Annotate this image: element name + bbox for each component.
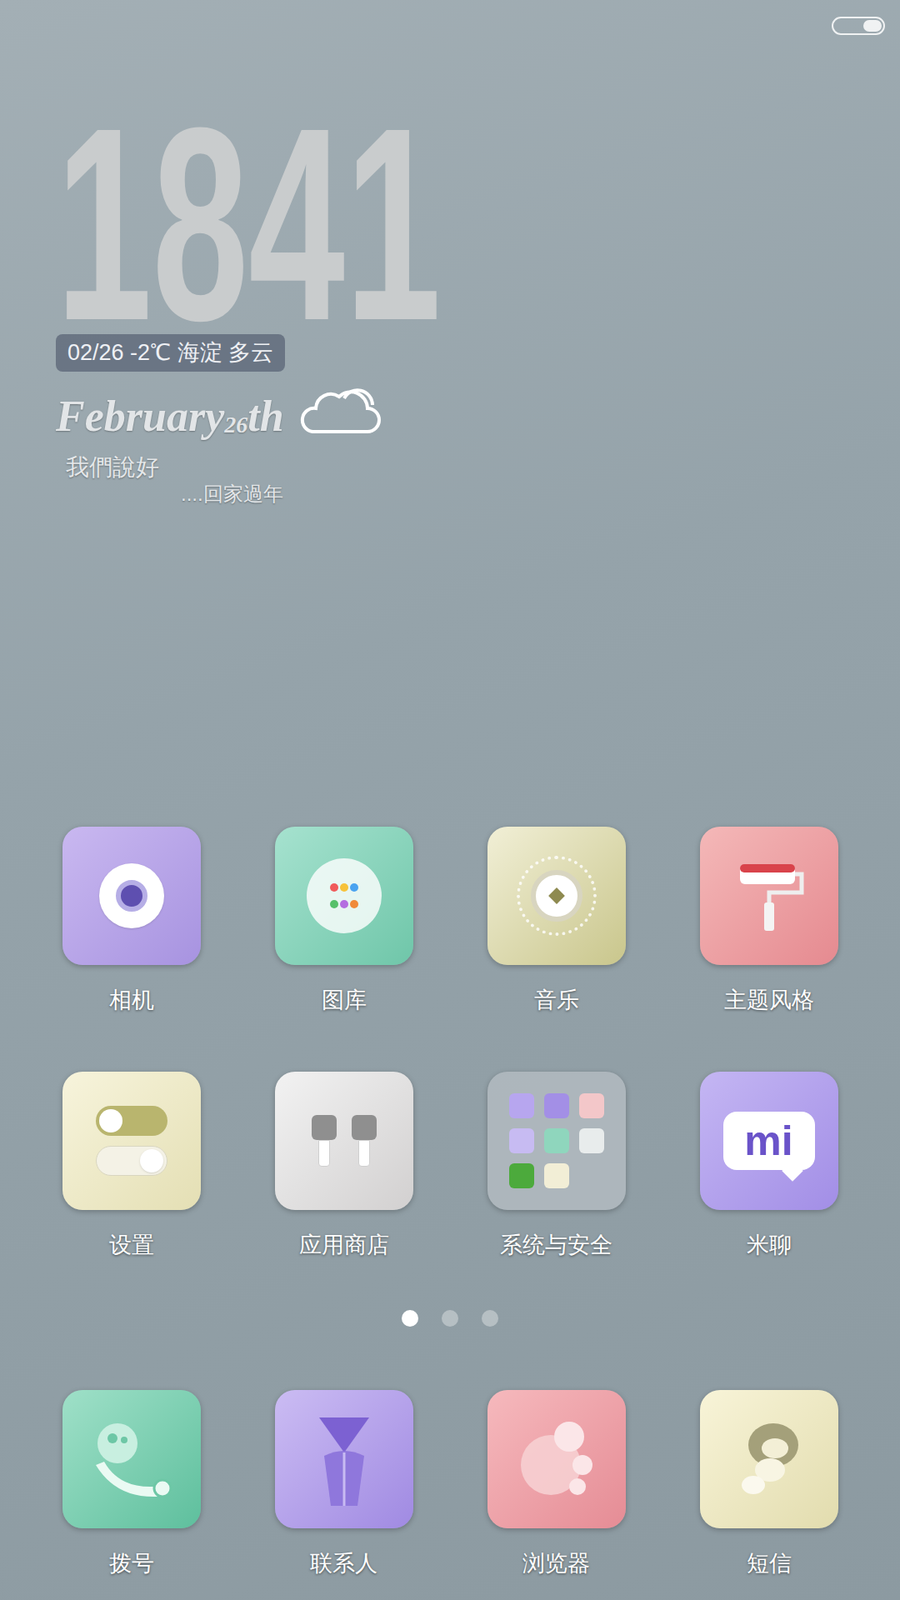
app-item[interactable]: 音乐	[450, 826, 663, 1015]
bubbles-icon	[510, 1413, 603, 1505]
theme-icon[interactable]	[700, 826, 839, 965]
chat-icon[interactable]: mi	[700, 1071, 839, 1210]
browser-icon[interactable]	[487, 1390, 626, 1529]
date-day: 26	[224, 408, 248, 442]
mi-logo-icon: mi	[723, 1111, 815, 1170]
app-label: 短信	[746, 1548, 792, 1579]
app-item[interactable]: 联系人	[237, 1390, 450, 1579]
app-label: 主题风格	[724, 985, 815, 1015]
app-item[interactable]: 设置	[25, 1071, 238, 1260]
toggles-icon	[95, 1105, 168, 1176]
date-suffix: th	[247, 391, 284, 442]
app-label: 联系人	[310, 1548, 378, 1579]
cloud-icon	[295, 380, 383, 439]
page-indicator	[0, 1310, 900, 1327]
app-item[interactable]: 应用商店	[237, 1071, 450, 1260]
settings-icon[interactable]	[62, 1071, 201, 1210]
app-label: 应用商店	[299, 1230, 390, 1260]
app-label: 相机	[109, 985, 155, 1015]
message-bubbles-icon	[723, 1413, 815, 1505]
app-label: 设置	[109, 1230, 155, 1260]
app-item[interactable]: mi 米聊	[662, 1071, 875, 1260]
app-item[interactable]: 短信	[662, 1390, 875, 1579]
app-label: 浏览器	[522, 1548, 590, 1579]
gallery-icon[interactable]	[275, 826, 414, 965]
date-line: February26th	[55, 380, 383, 442]
app-item[interactable]: 拨号	[25, 1390, 238, 1579]
app-item[interactable]: 主题风格	[662, 826, 875, 1015]
sms-icon[interactable]	[700, 1390, 839, 1529]
contacts-icon[interactable]	[275, 1390, 414, 1529]
music-icon[interactable]	[487, 826, 626, 965]
folder-apps-icon	[509, 1093, 605, 1189]
battery-icon	[831, 16, 885, 35]
store-icon[interactable]	[275, 1071, 414, 1210]
person-icon	[310, 1409, 378, 1510]
app-label: 拨号	[109, 1548, 155, 1579]
folder-icon[interactable]	[487, 1071, 626, 1210]
date-month: February	[55, 391, 225, 442]
status-bar	[0, 0, 900, 50]
page-dot[interactable]	[441, 1310, 459, 1327]
note-line-1: 我們說好	[55, 453, 160, 482]
page-dot[interactable]	[481, 1310, 499, 1327]
clock-time: 1841	[55, 114, 441, 335]
app-item[interactable]: 相机	[25, 826, 238, 1015]
paint-roller-icon	[731, 854, 807, 938]
home-screen: 184102/26 -2℃ 海淀 多云 February26th 我們說好....回…	[0, 0, 900, 1600]
app-label: 米聊	[746, 1230, 792, 1260]
app-item[interactable]: 浏览器	[450, 1390, 663, 1579]
phone-handset-icon	[85, 1413, 178, 1505]
app-label: 音乐	[534, 985, 580, 1015]
page-dot[interactable]	[401, 1310, 419, 1327]
app-item[interactable]: 系统与安全	[450, 1071, 663, 1260]
app-label: 系统与安全	[500, 1230, 613, 1260]
note-line-2: ....回家過年	[55, 481, 284, 507]
app-item[interactable]: 图库	[237, 826, 450, 1015]
dialer-icon[interactable]	[62, 1390, 201, 1529]
clock-widget: 184102/26 -2℃ 海淀 多云 February26th 我們說好....回…	[0, 114, 900, 507]
hooks-icon	[311, 1115, 377, 1167]
dock: 拨号 联系人 浏览器 短信	[0, 1390, 900, 1600]
balloons-icon	[306, 858, 382, 934]
camera-lens-icon	[99, 863, 165, 929]
app-label: 图库	[321, 985, 367, 1015]
weather-info: 02/26 -2℃ 海淀 多云	[55, 334, 285, 372]
app-grid: 相机 图库 音乐 主题风格设置 应用商店 系统与安全 mi 米聊	[0, 826, 900, 1260]
camera-icon[interactable]	[62, 826, 201, 965]
speaker-icon	[516, 855, 597, 936]
